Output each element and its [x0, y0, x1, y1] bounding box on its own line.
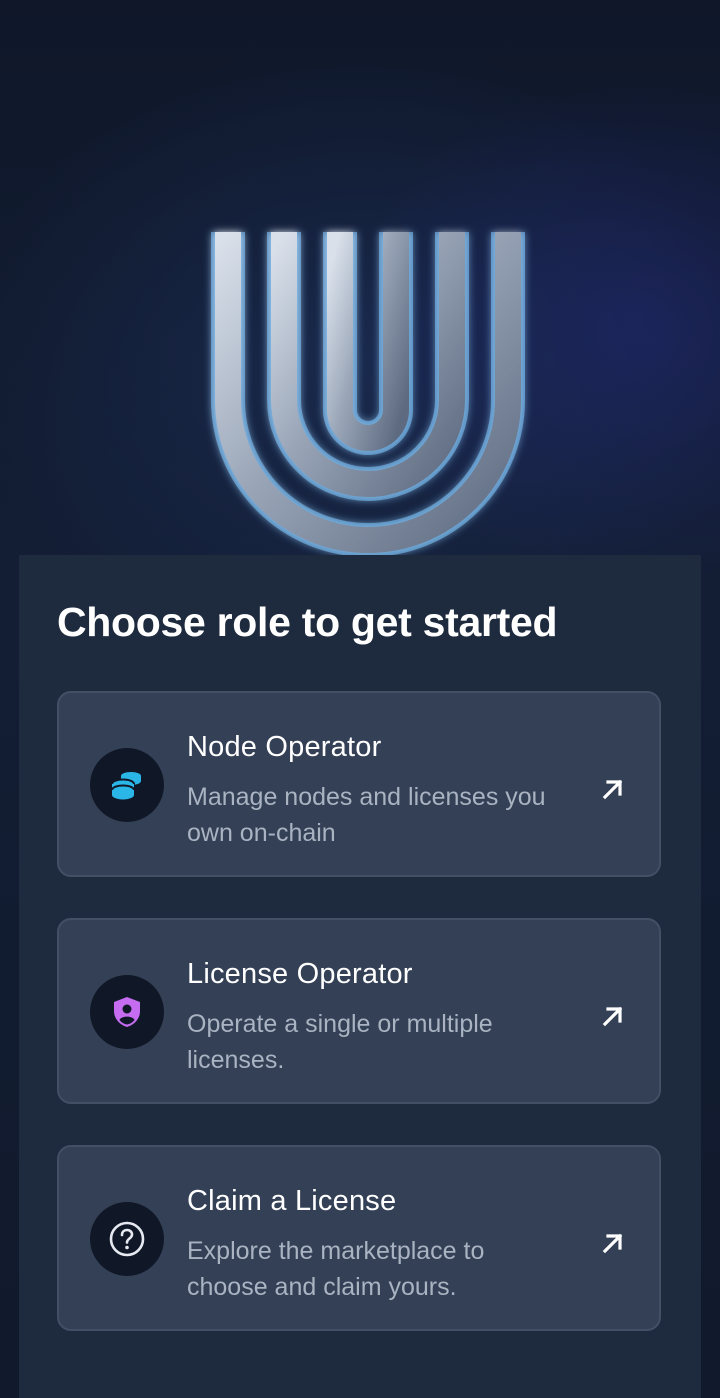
- role-icon-circle: [90, 748, 164, 822]
- role-icon-circle: [90, 975, 164, 1049]
- hero-banner: [0, 0, 720, 560]
- role-title: License Operator: [187, 958, 413, 990]
- arrow-up-right-icon: [602, 1233, 623, 1254]
- shield-user-icon: [114, 997, 140, 1027]
- page-title: Choose role to get started: [57, 599, 558, 645]
- role-sheet: Choose role to get started Node Operator…: [19, 555, 701, 1398]
- role-description: Operate a single or multiple licenses.: [187, 1010, 493, 1074]
- role-selection-screen: Choose role to get started Node Operator…: [0, 0, 720, 1398]
- role-card-claim-license[interactable]: Claim a License Explore the marketplace …: [57, 1145, 661, 1331]
- arrow-up-right-icon: [602, 1006, 623, 1027]
- role-icon-circle: [90, 1202, 164, 1276]
- role-card-node-operator[interactable]: Node Operator Manage nodes and licenses …: [57, 691, 661, 877]
- role-title: Node Operator: [187, 731, 382, 763]
- role-description: Manage nodes and licenses you own on-cha…: [187, 783, 546, 847]
- role-description: Explore the marketplace to choose and cl…: [187, 1237, 485, 1301]
- arrow-up-right-icon: [602, 779, 623, 800]
- brand-logo: [211, 232, 525, 557]
- question-circle-icon: [109, 1221, 145, 1257]
- coin-stack-icon: [111, 772, 141, 800]
- role-card-license-operator[interactable]: License Operator Operate a single or mul…: [57, 918, 661, 1104]
- role-title: Claim a License: [187, 1185, 397, 1217]
